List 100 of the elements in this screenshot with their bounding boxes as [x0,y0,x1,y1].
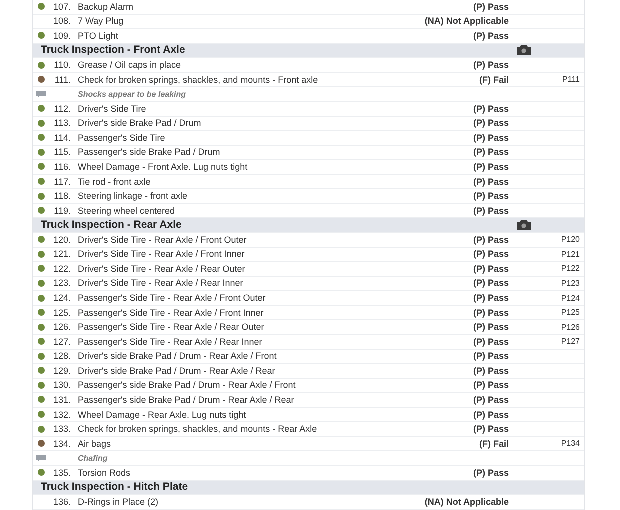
result-text: (P) Pass [472,132,509,143]
result-text: (P) Pass [472,410,509,420]
result-text: (P) Pass [472,2,509,12]
item-label: Passenger's Side Tire - Rear Axle / Rear Outer [77,322,266,332]
item-number: 127. [53,336,71,347]
photo-reference: P121 [561,250,580,259]
section-title: Truck Inspection - Rear Axle [40,219,183,232]
result-text: (P) Pass [472,249,509,260]
result-text: (NA) Not Applicable [424,16,509,26]
camera-icon[interactable] [516,44,532,56]
item-number: 116. [54,162,71,172]
photo-reference: P124 [561,294,580,303]
item-number: 107. [53,2,71,12]
item-number: 122. [53,264,71,274]
result-text: (P) Pass [472,468,509,478]
result-text: (P) Pass [472,424,509,434]
item-number: 117. [54,176,71,187]
result-text: (NA) Not Applicable [424,496,509,507]
camera-icon[interactable] [516,219,532,232]
item-label: Driver's side Brake Pad / Drum - Rear Axle / Rear [77,366,276,376]
item-label: Driver's Side Tire - Rear Axle / Front Inner [77,249,246,260]
item-number: 109. [53,30,71,41]
item-label: Passenger's side Brake Pad / Drum - Rear Axle / Front [77,380,297,390]
result-text: (P) Pass [472,234,509,245]
result-text: (P) Pass [472,118,509,128]
photo-reference: P123 [561,278,580,288]
item-number: 128. [53,351,71,362]
item-number: 135. [53,468,71,478]
note-text: Shocks appear to be leaking [77,90,186,99]
item-label: Driver's side Brake Pad / Drum - Rear Axle / Front [77,351,278,362]
result-text: (P) Pass [472,104,509,114]
result-text: (P) Pass [472,191,509,202]
item-number: 129. [53,366,71,376]
item-label: Passenger's Side Tire - Rear Axle / Front Inner [77,308,265,318]
result-text: (P) Pass [472,176,509,187]
result-text: (P) Pass [472,366,509,376]
item-label: Driver's Side Tire - Rear Axle / Front Outer [77,234,248,245]
result-text: (P) Pass [472,264,509,274]
item-number: 132. [53,410,71,420]
item-number: 125. [53,308,71,318]
comment-icon [36,90,46,98]
item-number: 111. [54,74,71,85]
item-label: 7 Way Plug [77,16,125,26]
item-label: D-Rings in Place (2) [77,496,160,507]
item-label: PTO Light [77,30,120,41]
item-label: Passenger's Side Tire - Rear Axle / Front Outer [77,293,267,304]
photo-reference: P111 [562,75,580,84]
item-number: 115. [54,147,71,158]
item-number: 119. [54,206,71,216]
item-number: 121. [53,249,71,260]
photo-reference: P127 [561,337,580,346]
result-text: (P) Pass [472,206,509,216]
item-label: Driver's Side Tire - Rear Axle / Rear Outer [77,264,246,274]
item-number: 133. [53,424,71,434]
item-label: Grease / Oil caps in place [77,60,182,70]
item-number: 110. [54,60,71,70]
item-label: Driver's Side Tire - Rear Axle / Rear Inner [77,278,244,288]
photo-reference: P126 [561,322,580,332]
item-number: 126. [53,322,71,332]
item-label: Driver's Side Tire [77,104,148,114]
item-label: Wheel Damage - Rear Axle. Lug nuts tight [77,410,248,420]
item-number: 131. [53,394,71,405]
item-number: 136. [53,496,71,507]
item-label: Tie rod - front axle [77,176,152,187]
item-label: Passenger's side Brake Pad / Drum - Rear Axle / Rear [77,394,296,405]
item-number: 124. [53,293,71,304]
result-text: (P) Pass [472,278,509,288]
item-number: 113. [54,118,71,128]
item-label: Check for broken springs, shackles, and mounts - Rear Axle [77,424,318,434]
result-text: (P) Pass [472,293,509,304]
result-text: (F) Fail [478,438,509,449]
result-text: (P) Pass [472,30,509,41]
result-text: (F) Fail [478,74,509,85]
item-number: 118. [54,191,71,202]
item-label: Check for broken springs, shackles, and mounts - Front axle [77,74,320,85]
item-number: 108. [53,16,71,26]
result-text: (P) Pass [472,351,509,362]
result-text: (P) Pass [472,60,509,70]
item-label: Passenger's side Brake Pad / Drum [77,147,222,158]
item-label: Backup Alarm [77,2,135,12]
item-label: Torsion Rods [77,468,132,478]
comment-icon [36,454,46,462]
item-label: Driver's side Brake Pad / Drum [77,118,202,128]
photo-reference: P125 [561,308,580,318]
result-text: (P) Pass [472,336,509,347]
note-text: Chafing [77,454,108,463]
item-number: 134. [53,438,71,449]
result-text: (P) Pass [472,147,509,158]
item-number: 112. [54,104,71,114]
item-label: Steering linkage - front axle [77,191,189,202]
item-label: Passenger's Side Tire - Rear Axle / Rear Inner [77,336,264,347]
result-text: (P) Pass [472,380,509,390]
item-label: Air bags [77,438,112,449]
item-number: 120. [53,234,71,245]
photo-reference: P122 [561,264,580,274]
section-title: Truck Inspection - Hitch Plate [40,481,190,494]
result-text: (P) Pass [472,162,509,172]
section-title: Truck Inspection - Front Axle [40,44,186,56]
item-number: 130. [53,380,71,390]
item-label: Passenger's Side Tire [77,132,166,143]
